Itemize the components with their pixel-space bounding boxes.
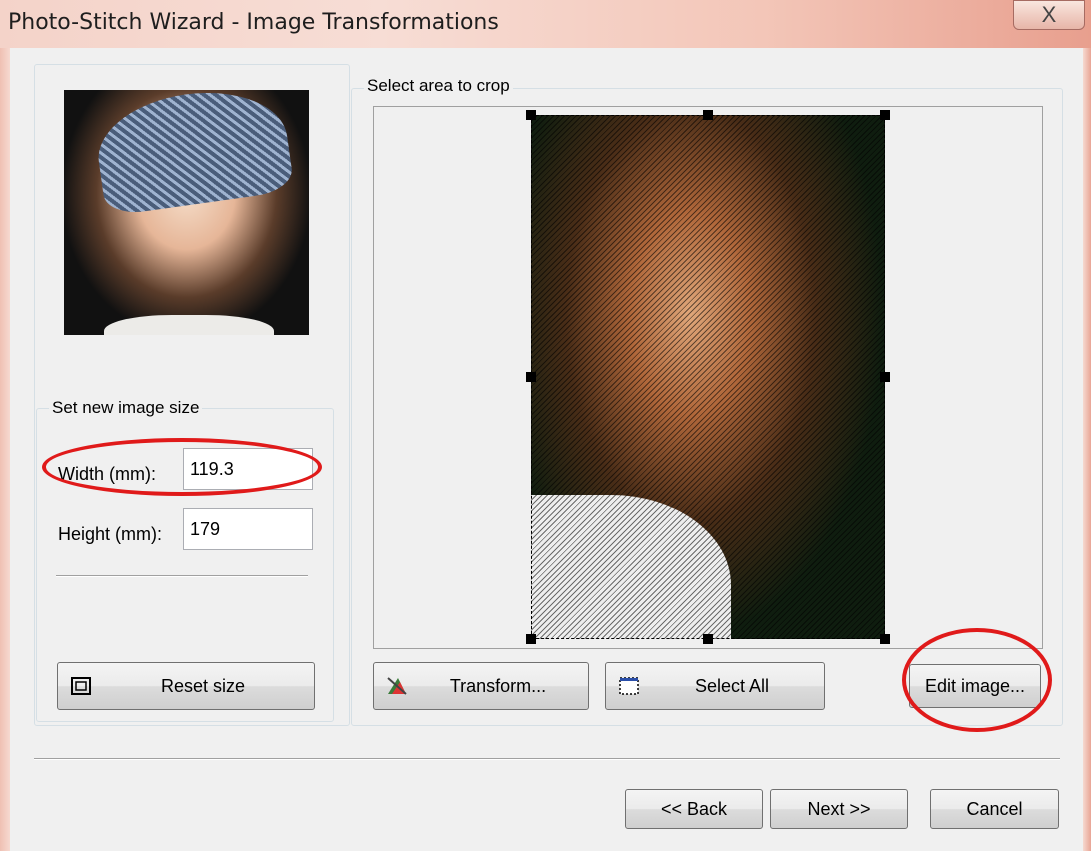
crop-selection-rectangle[interactable]: [531, 115, 885, 639]
select-all-button[interactable]: Select All: [605, 662, 825, 710]
transform-label: Transform...: [449, 675, 547, 696]
back-button[interactable]: << Back: [625, 789, 763, 829]
footer-separator: [34, 758, 1060, 760]
crop-handle-bottom-left[interactable]: [526, 634, 536, 644]
transform-icon: [386, 676, 408, 696]
window-frame-right: [1083, 48, 1091, 851]
cancel-label: Cancel: [966, 798, 1023, 819]
height-label: Height (mm):: [58, 524, 163, 544]
close-button[interactable]: X: [1013, 0, 1085, 30]
close-icon: X: [1041, 2, 1057, 27]
select-all-icon: [618, 676, 640, 696]
annotation-circle-width: [42, 438, 322, 496]
size-group-label: Set new image size: [49, 398, 203, 418]
crop-handle-left[interactable]: [526, 372, 536, 382]
crop-preview-area[interactable]: [373, 106, 1043, 649]
crop-handle-top-right[interactable]: [880, 110, 890, 120]
transform-button[interactable]: Transform...: [373, 662, 589, 710]
window-frame-left: [0, 48, 10, 851]
thumbnail-cap: [91, 90, 295, 217]
dialog-client-area: Set new image size Width (mm): Height (m…: [10, 48, 1083, 851]
reset-size-icon: [70, 676, 92, 696]
thumbnail-shirt: [104, 315, 274, 335]
reset-size-label: Reset size: [160, 675, 246, 696]
back-label: << Back: [660, 798, 728, 819]
image-thumbnail: [64, 90, 309, 335]
select-all-label: Select All: [694, 675, 770, 696]
annotation-circle-edit-image: [902, 628, 1052, 732]
height-field[interactable]: [183, 508, 313, 550]
crop-handle-top[interactable]: [703, 110, 713, 120]
cancel-button[interactable]: Cancel: [930, 789, 1059, 829]
crop-handle-bottom[interactable]: [703, 634, 713, 644]
crop-handle-right[interactable]: [880, 372, 890, 382]
crop-handle-bottom-right[interactable]: [880, 634, 890, 644]
crop-group-label: Select area to crop: [364, 76, 513, 96]
title-bar[interactable]: Photo-Stitch Wizard - Image Transformati…: [0, 0, 1091, 48]
next-button[interactable]: Next >>: [770, 789, 908, 829]
next-label: Next >>: [807, 798, 871, 819]
reset-size-button[interactable]: Reset size: [57, 662, 315, 710]
crop-handle-top-left[interactable]: [526, 110, 536, 120]
size-separator: [56, 575, 308, 577]
window-title: Photo-Stitch Wizard - Image Transformati…: [8, 10, 499, 35]
